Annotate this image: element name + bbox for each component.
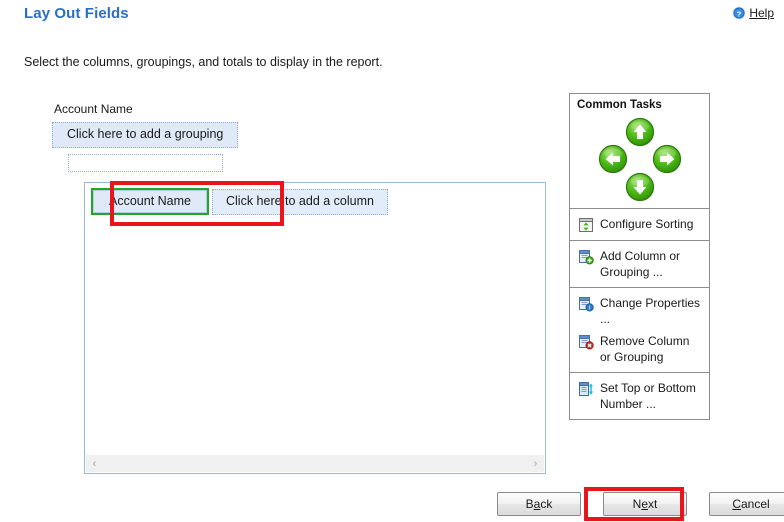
task-group-topbottom: Set Top or Bottom Number ... — [570, 372, 709, 419]
scroll-right-arrow-icon[interactable]: › — [527, 455, 544, 472]
grouping-field-label: Account Name — [54, 102, 133, 116]
grouping-area: Account Name Click here to add a groupin… — [52, 102, 239, 172]
back-button-accel: a — [533, 497, 541, 511]
move-up-button[interactable] — [625, 117, 655, 147]
task-group-modify: i Change Properties ... Remove Column or… — [570, 287, 709, 372]
grouping-empty-slot[interactable] — [68, 154, 223, 172]
page-title: Lay Out Fields — [24, 5, 129, 22]
cancel-button-suffix: ancel — [740, 497, 770, 511]
common-tasks-title: Common Tasks — [577, 99, 662, 111]
move-left-button[interactable] — [598, 144, 628, 174]
help-circle-icon: ? — [732, 6, 746, 20]
report-column-account-name-label: Account Name — [93, 190, 207, 213]
common-tasks-panel: Common Tasks Configure Sorting Add Colum… — [569, 93, 710, 420]
footer-button-bar: Ba ck Ne xt Cancel — [497, 492, 784, 516]
task-change-properties[interactable]: i Change Properties ... — [570, 292, 709, 330]
report-horizontal-scrollbar[interactable]: ‹ › — [86, 455, 544, 472]
report-design-surface[interactable]: Account Name Click here to add a column … — [84, 182, 546, 474]
next-button-prefix: N — [632, 497, 642, 511]
cancel-button-accel: C — [732, 497, 741, 511]
sort-icon — [578, 216, 594, 233]
back-button-prefix: B — [525, 497, 534, 511]
task-configure-sorting[interactable]: Configure Sorting — [570, 213, 709, 236]
navigation-pad — [570, 115, 709, 208]
task-configure-sorting-label: Configure Sorting — [600, 217, 694, 231]
scroll-left-arrow-icon[interactable]: ‹ — [86, 455, 103, 472]
task-set-top-or-bottom-number-label: Set Top or Bottom Number ... — [600, 381, 696, 411]
remove-column-icon — [578, 333, 594, 350]
add-grouping-cell[interactable]: Click here to add a grouping — [52, 122, 239, 148]
next-button-suffix: xt — [648, 497, 658, 511]
back-button-suffix: ck — [540, 497, 553, 511]
help-link[interactable]: ? Help — [732, 6, 774, 20]
cancel-button[interactable]: Cancel — [709, 492, 784, 516]
report-header-row: Account Name Click here to add a column — [85, 183, 388, 215]
task-set-top-or-bottom-number[interactable]: Set Top or Bottom Number ... — [570, 377, 709, 415]
move-down-button[interactable] — [625, 172, 655, 202]
move-right-button[interactable] — [652, 144, 682, 174]
task-group-sorting: Configure Sorting — [570, 208, 709, 240]
task-add-column-or-grouping-label: Add Column or Grouping ... — [600, 249, 681, 279]
instruction-text: Select the columns, groupings, and total… — [24, 55, 383, 69]
back-button[interactable]: Ba ck — [497, 492, 581, 516]
next-button[interactable]: Ne xt — [603, 492, 687, 516]
task-group-add: Add Column or Grouping ... — [570, 240, 709, 287]
task-change-properties-label: Change Properties ... — [600, 296, 701, 326]
help-label: Help — [749, 6, 774, 20]
top-bottom-icon — [578, 380, 594, 397]
add-column-cell[interactable]: Click here to add a column — [211, 189, 388, 215]
svg-text:?: ? — [737, 9, 742, 18]
task-add-column-or-grouping[interactable]: Add Column or Grouping ... — [570, 245, 709, 283]
report-column-account-name[interactable]: Account Name — [91, 188, 209, 215]
properties-icon: i — [578, 295, 594, 312]
task-remove-column-or-grouping[interactable]: Remove Column or Grouping — [570, 330, 709, 368]
task-remove-column-or-grouping-label: Remove Column or Grouping — [600, 334, 690, 364]
add-column-icon — [578, 248, 594, 265]
next-button-accel: e — [641, 497, 648, 511]
